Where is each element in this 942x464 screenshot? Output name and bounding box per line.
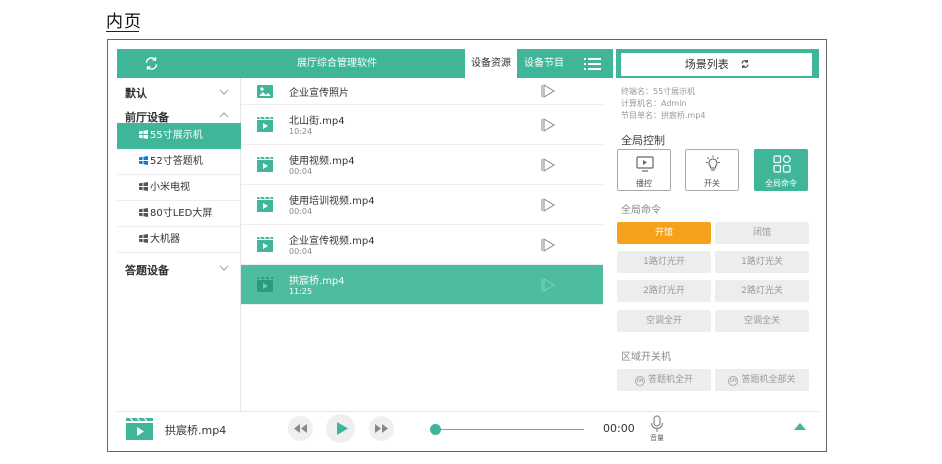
app-title: 展厅综合管理软件 [297, 58, 377, 69]
screen-play-icon [636, 156, 654, 172]
page-caption: 内页 [106, 12, 142, 32]
off-badge-icon: OFF [728, 376, 739, 386]
play-icon [337, 422, 348, 435]
progress-knob[interactable] [430, 424, 441, 435]
sync-icon[interactable] [143, 55, 160, 72]
sidebar-item-device[interactable]: 大机器 [117, 227, 241, 253]
play-outline-icon[interactable] [541, 84, 555, 98]
rewind-icon [294, 424, 307, 433]
playback-control-button[interactable]: 播控 [617, 149, 671, 191]
play-button[interactable] [326, 414, 355, 443]
open-hall-button[interactable]: 开馆 [617, 222, 711, 244]
scene-header: 场景列表 [616, 49, 819, 78]
list-item[interactable]: 北山街.mp4 10:24 [241, 105, 603, 145]
video-icon [257, 197, 273, 212]
program-name: 节目单名：拱宸桥.mp4 [621, 111, 706, 120]
play-outline-icon[interactable] [541, 118, 555, 132]
power-switch-button[interactable]: 开关 [685, 149, 739, 191]
windows-icon [139, 182, 148, 191]
image-icon [257, 85, 273, 98]
close-hall-button[interactable]: 闭馆 [715, 222, 809, 244]
device-sidebar: 默认 前厅设备 55寸展示机 52寸答题机 小米电视 80寸LED大屏 大机器 … [117, 78, 241, 411]
windows-icon [139, 208, 148, 217]
zone-power-heading: 区域开关机 [621, 352, 671, 363]
sidebar-item-device[interactable]: 52寸答题机 [117, 149, 241, 175]
ac-all-off-button[interactable]: 空调全关 [715, 310, 809, 332]
list-menu-icon[interactable] [584, 57, 601, 71]
triangle-up-icon[interactable] [794, 422, 806, 430]
play-outline-icon[interactable] [541, 238, 555, 252]
list-item[interactable]: 企业宣传照片 [241, 78, 603, 105]
quiz-all-off-button[interactable]: OFF 答题机全部关 [715, 369, 809, 391]
control-panel: 终端名：55寸展示机 计算机名：Admin 节目单名：拱宸桥.mp4 全局控制 … [613, 78, 819, 411]
media-player-bar: 拱宸桥.mp4 00:00 音量 [117, 411, 819, 444]
fast-forward-icon [375, 424, 388, 433]
on-badge-icon: ON [634, 376, 645, 386]
video-icon [126, 418, 153, 440]
play-outline-icon[interactable] [541, 278, 555, 292]
screen-frame: 展厅综合管理软件 设备资源 设备节目 场景列表 默认 前厅设备 55寸展示机 5… [107, 39, 827, 452]
global-command-button[interactable]: 全局命令 [754, 149, 808, 191]
top-bar: 展厅综合管理软件 设备资源 设备节目 [117, 49, 613, 78]
quiz-all-on-button[interactable]: ON 答题机全开 [617, 369, 711, 391]
progress-track[interactable] [436, 429, 584, 430]
rewind-button[interactable] [288, 416, 313, 441]
microphone-icon [650, 415, 664, 432]
fast-forward-button[interactable] [369, 416, 394, 441]
global-control-heading: 全局控制 [621, 134, 665, 147]
scene-list-label: 场景列表 [684, 58, 729, 71]
video-icon [257, 277, 273, 292]
ac-all-on-button[interactable]: 空调全开 [617, 310, 711, 332]
windows-icon [139, 156, 148, 165]
caption-underline [106, 31, 139, 32]
list-item[interactable]: 企业宣传视频.mp4 00:04 [241, 225, 603, 265]
refresh-icon [741, 60, 749, 68]
terminal-name: 终端名：55寸展示机 [621, 87, 696, 96]
windows-icon [139, 234, 148, 243]
play-outline-icon[interactable] [541, 158, 555, 172]
sidebar-item-device[interactable]: 80寸LED大屏 [117, 201, 241, 227]
app-window: 展厅综合管理软件 设备资源 设备节目 场景列表 默认 前厅设备 55寸展示机 5… [117, 49, 819, 444]
light1-off-button[interactable]: 1路灯光关 [715, 251, 809, 273]
list-item-active[interactable]: 拱宸桥.mp4 11:25 [241, 265, 603, 305]
play-outline-icon[interactable] [541, 198, 555, 212]
light1-on-button[interactable]: 1路灯光开 [617, 251, 711, 273]
lightbulb-icon [706, 155, 720, 171]
windows-icon [139, 130, 148, 139]
light2-on-button[interactable]: 2路灯光开 [617, 280, 711, 302]
chevron-down-icon[interactable] [219, 88, 229, 96]
now-playing-title: 拱宸桥.mp4 [165, 424, 227, 437]
chevron-down-icon[interactable] [219, 264, 229, 272]
tab-device-programs[interactable]: 设备节目 [519, 49, 569, 78]
volume-control[interactable]: 音量 [647, 415, 667, 445]
sidebar-item-device[interactable]: 55寸展示机 [117, 123, 241, 149]
light2-off-button[interactable]: 2路灯光关 [715, 280, 809, 302]
sidebar-item-device[interactable]: 小米电视 [117, 175, 241, 201]
media-list: 企业宣传照片 北山街.mp4 10:24 使用视频.mp4 00:04 使用培训… [241, 78, 603, 411]
group-quiz[interactable]: 答题设备 [125, 262, 169, 278]
video-icon [257, 237, 273, 252]
scene-list-button[interactable]: 场景列表 [620, 52, 813, 77]
global-commands-heading: 全局命令 [621, 205, 661, 216]
video-icon [257, 117, 273, 132]
chevron-up-icon[interactable] [219, 111, 229, 119]
computer-name: 计算机名：Admin [621, 99, 687, 108]
grid-icon [773, 155, 791, 173]
list-item[interactable]: 使用培训视频.mp4 00:04 [241, 185, 603, 225]
volume-label: 音量 [650, 434, 664, 442]
tab-device-resources[interactable]: 设备资源 [465, 49, 517, 78]
video-icon [257, 157, 273, 172]
list-item[interactable]: 使用视频.mp4 00:04 [241, 145, 603, 185]
group-default[interactable]: 默认 [125, 85, 147, 101]
playback-time: 00:00 [603, 422, 635, 435]
